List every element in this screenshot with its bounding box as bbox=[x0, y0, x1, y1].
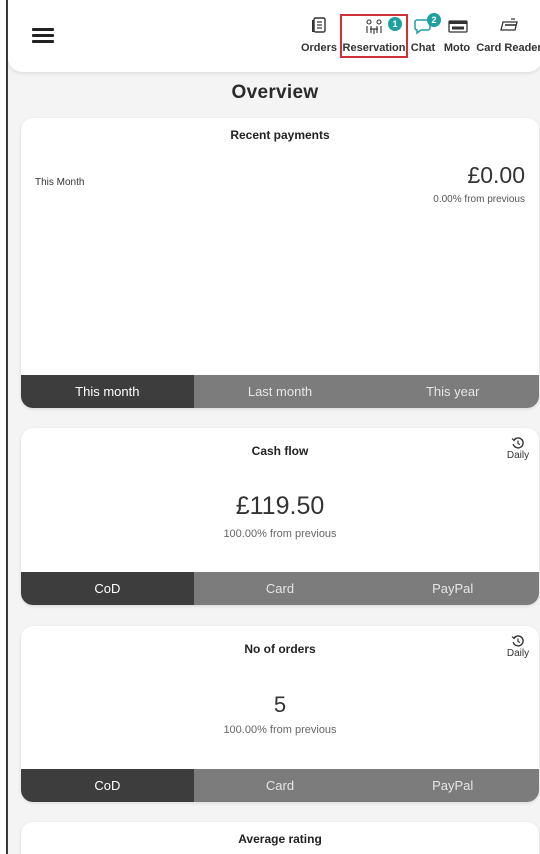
nav-reservation-button[interactable]: 1 Reservation bbox=[340, 14, 408, 58]
reservation-badge: 1 bbox=[388, 17, 402, 31]
recent-payments-amount: £0.00 bbox=[467, 162, 525, 188]
menu-line bbox=[32, 28, 54, 31]
orders-count-title: No of orders bbox=[244, 642, 316, 656]
top-bar: Orders 1 Reservation 2 Chat Moto Card Re… bbox=[8, 0, 540, 72]
cash-flow-title: Cash flow bbox=[251, 444, 309, 458]
nav-chat-label: Chat bbox=[410, 42, 436, 54]
tab-paypal[interactable]: PayPal bbox=[366, 769, 539, 802]
cash-flow-amount: £119.50 bbox=[235, 492, 325, 520]
chat-icon: 2 bbox=[413, 13, 441, 36]
nav-chat-button[interactable]: 2 Chat bbox=[409, 13, 441, 60]
chat-badge: 2 bbox=[427, 13, 441, 27]
cash-flow-card: Cash flow Daily £119.50 100.00% from pre… bbox=[21, 428, 539, 605]
tab-cod[interactable]: CoD bbox=[21, 769, 194, 802]
nav-card-reader-label: Card Reader bbox=[476, 42, 540, 54]
nav-card-reader-button[interactable]: Card Reader bbox=[476, 16, 540, 60]
menu-line bbox=[32, 34, 54, 37]
app-frame: Orders 1 Reservation 2 Chat Moto Card Re… bbox=[6, 0, 540, 854]
average-rating-card: Average rating bbox=[21, 822, 539, 854]
recent-payments-period-label: This Month bbox=[35, 177, 85, 188]
cash-flow-change: 100.00% from previous bbox=[223, 528, 337, 540]
cash-flow-period-button[interactable]: Daily bbox=[505, 436, 531, 461]
tab-paypal[interactable]: PayPal bbox=[366, 572, 539, 605]
reservation-icon: 1 bbox=[364, 17, 402, 39]
orders-count-tabs: CoD Card PayPal bbox=[21, 769, 539, 802]
orders-icon bbox=[309, 16, 329, 36]
cash-flow-period-label: Daily bbox=[506, 450, 530, 461]
page-title: Overview bbox=[231, 82, 319, 103]
tab-cod[interactable]: CoD bbox=[21, 572, 194, 605]
tab-this-year[interactable]: This year bbox=[366, 375, 539, 408]
orders-count-value: 5 bbox=[273, 692, 287, 717]
nav-moto-button[interactable]: Moto bbox=[441, 16, 473, 60]
tab-card[interactable]: Card bbox=[193, 769, 367, 802]
tab-card[interactable]: Card bbox=[193, 572, 367, 605]
menu-line bbox=[32, 40, 54, 43]
average-rating-title: Average rating bbox=[238, 832, 322, 846]
orders-count-change: 100.00% from previous bbox=[223, 724, 337, 736]
tab-this-month[interactable]: This month bbox=[21, 375, 194, 408]
nav-orders-label: Orders bbox=[300, 42, 338, 54]
hamburger-menu-button[interactable] bbox=[32, 28, 54, 46]
history-icon bbox=[511, 437, 524, 449]
nav-orders-button[interactable]: Orders bbox=[300, 16, 338, 60]
recent-payments-title: Recent payments bbox=[230, 128, 330, 142]
history-icon bbox=[511, 635, 524, 647]
cash-flow-tabs: CoD Card PayPal bbox=[21, 572, 539, 605]
nav-moto-label: Moto bbox=[443, 42, 471, 54]
orders-count-period-label: Daily bbox=[506, 648, 530, 659]
orders-count-period-button[interactable]: Daily bbox=[505, 634, 531, 659]
recent-payments-change: 0.00% from previous bbox=[433, 194, 525, 205]
orders-count-card: No of orders Daily 5 100.00% from previo… bbox=[21, 626, 539, 802]
nav-reservation-label: Reservation bbox=[342, 42, 406, 54]
recent-payments-tabs: This month Last month This year bbox=[21, 375, 539, 408]
tab-last-month[interactable]: Last month bbox=[193, 375, 367, 408]
card-reader-icon bbox=[499, 16, 519, 36]
moto-card-icon bbox=[447, 16, 468, 36]
recent-payments-card: Recent payments This Month £0.00 0.00% f… bbox=[21, 118, 539, 408]
